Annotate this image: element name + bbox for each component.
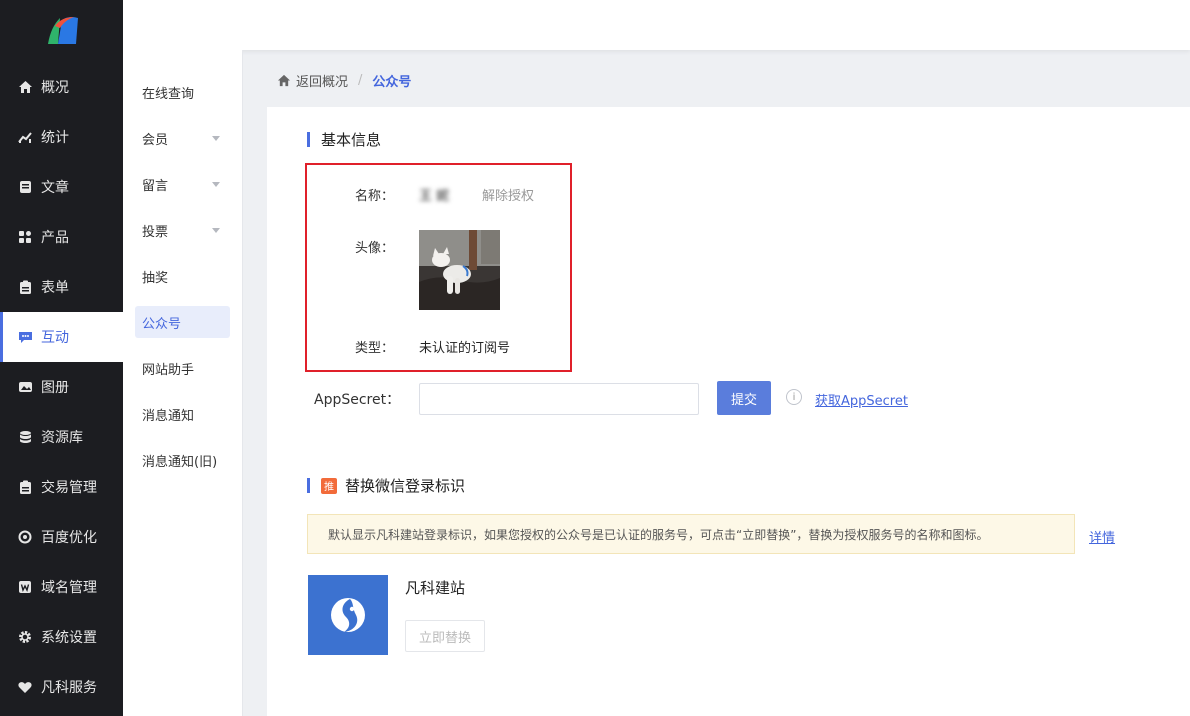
breadcrumb: 返回概况 / 公众号 (277, 70, 411, 90)
breadcrumb-current: 公众号 (372, 74, 412, 90)
clipboard-icon (17, 279, 33, 295)
basic-info-title: 基本信息 (307, 129, 381, 150)
nav-item-resources[interactable]: 资源库 (0, 412, 123, 462)
subnav-item-label: 公众号 (142, 316, 182, 332)
nav-item-products[interactable]: 产品 (0, 212, 123, 262)
top-bar (123, 0, 1190, 50)
recommend-badge: 推 (321, 477, 337, 494)
heart-icon (17, 679, 33, 695)
article-icon (17, 179, 33, 195)
nav-item-seo[interactable]: 百度优化 (0, 512, 123, 562)
nav-item-stats[interactable]: 统计 (0, 112, 123, 162)
nav-item-label: 系统设置 (41, 630, 97, 646)
breadcrumb-separator: / (358, 72, 363, 88)
nav-item-label: 统计 (41, 130, 69, 146)
subnav-item-messages[interactable]: 留言 (123, 161, 242, 207)
nav-item-label: 百度优化 (41, 530, 97, 546)
appsecret-label: AppSecret： (314, 392, 401, 408)
get-appsecret-link[interactable]: 获取AppSecret (815, 390, 908, 409)
subnav-item-label: 在线查询 (142, 86, 195, 102)
chat-icon (17, 329, 33, 345)
nav-item-label: 图册 (41, 380, 69, 396)
subnav-item-label: 会员 (142, 132, 169, 148)
details-link[interactable]: 详情 (1089, 527, 1115, 546)
highlight-box (305, 163, 572, 372)
nav-item-label: 文章 (41, 180, 69, 196)
gear-icon (17, 629, 33, 645)
chevron-down-icon (212, 181, 220, 187)
fanke-logo-icon (47, 16, 78, 44)
nav-item-services[interactable]: 凡科服务 (0, 662, 123, 712)
section-marker (307, 132, 310, 147)
nav-item-label: 域名管理 (41, 580, 97, 596)
submit-button[interactable]: 提交 (717, 381, 771, 415)
info-icon[interactable]: i (786, 389, 802, 405)
subnav-item-notifications[interactable]: 消息通知 (123, 391, 242, 437)
brand-logo-tile (308, 575, 388, 655)
home-icon (277, 74, 291, 87)
replace-now-button[interactable]: 立即替换 (405, 620, 485, 652)
nav-item-interaction[interactable]: 互动 (0, 312, 123, 362)
nav-item-forms[interactable]: 表单 (0, 262, 123, 312)
nav-item-domain[interactable]: 域名管理 (0, 562, 123, 612)
nav-item-album[interactable]: 图册 (0, 362, 123, 412)
nav-item-label: 交易管理 (41, 480, 97, 496)
nav-item-overview[interactable]: 概况 (0, 62, 123, 112)
subnav-item-site-assistant[interactable]: 网站助手 (123, 345, 242, 391)
chevron-down-icon (212, 135, 220, 141)
database-icon (17, 429, 33, 445)
breadcrumb-back-link[interactable]: 返回概况 (296, 71, 348, 90)
section-title-text: 基本信息 (321, 131, 382, 149)
home-icon (17, 79, 33, 95)
main-sidebar: 概况 统计 文章 产品 表单 互动 图册 资源库 交易管理 百度优化 域名管理 … (0, 0, 123, 716)
fanke-logo-icon (331, 598, 365, 632)
clipboard-icon (17, 479, 33, 495)
nav-item-articles[interactable]: 文章 (0, 162, 123, 212)
chart-icon (17, 129, 33, 145)
subnav-item-label: 消息通知(旧) (142, 454, 218, 470)
subnav-item-notifications-old[interactable]: 消息通知(旧) (123, 437, 242, 483)
nav-item-trade[interactable]: 交易管理 (0, 462, 123, 512)
nav-item-label: 互动 (41, 330, 69, 346)
brand-name: 凡科建站 (405, 579, 466, 597)
subnav-item-label: 投票 (142, 224, 169, 240)
subnav-item-label: 留言 (142, 178, 169, 194)
nav-item-label: 产品 (41, 230, 69, 246)
subnav-item-members[interactable]: 会员 (123, 115, 242, 161)
secondary-sidebar: 在线查询 会员 留言 投票 抽奖 公众号 网站助手 消息通知 消息通知(旧) (123, 50, 243, 716)
subnav-item-label: 消息通知 (142, 408, 195, 424)
section-marker (307, 478, 310, 493)
target-icon (17, 529, 33, 545)
replace-section-title: 推 替换微信登录标识 (307, 475, 465, 496)
nav-item-settings[interactable]: 系统设置 (0, 612, 123, 662)
nav-item-label: 凡科服务 (41, 680, 97, 696)
section-title-text: 替换微信登录标识 (345, 477, 466, 495)
subnav-item-vote[interactable]: 投票 (123, 207, 242, 253)
w-icon (17, 579, 33, 595)
chevron-down-icon (212, 227, 220, 233)
nav-item-label: 资源库 (41, 430, 83, 446)
subnav-item-online-query[interactable]: 在线查询 (123, 69, 242, 115)
notice-text: 默认显示凡科建站登录标识，如果您授权的公众号是已认证的服务号，可点击“立即替换”… (328, 527, 989, 542)
notice-banner: 默认显示凡科建站登录标识，如果您授权的公众号是已认证的服务号，可点击“立即替换”… (307, 514, 1075, 554)
image-icon (17, 379, 33, 395)
grid-icon (17, 229, 33, 245)
subnav-item-label: 抽奖 (142, 270, 169, 286)
subnav-item-official-account[interactable]: 公众号 (135, 306, 230, 338)
subnav-item-lottery[interactable]: 抽奖 (123, 253, 242, 299)
nav-item-label: 概况 (41, 80, 69, 96)
nav-item-label: 表单 (41, 280, 69, 296)
appsecret-input[interactable] (419, 383, 699, 415)
subnav-item-label: 网站助手 (142, 362, 195, 378)
logo[interactable] (0, 0, 123, 62)
